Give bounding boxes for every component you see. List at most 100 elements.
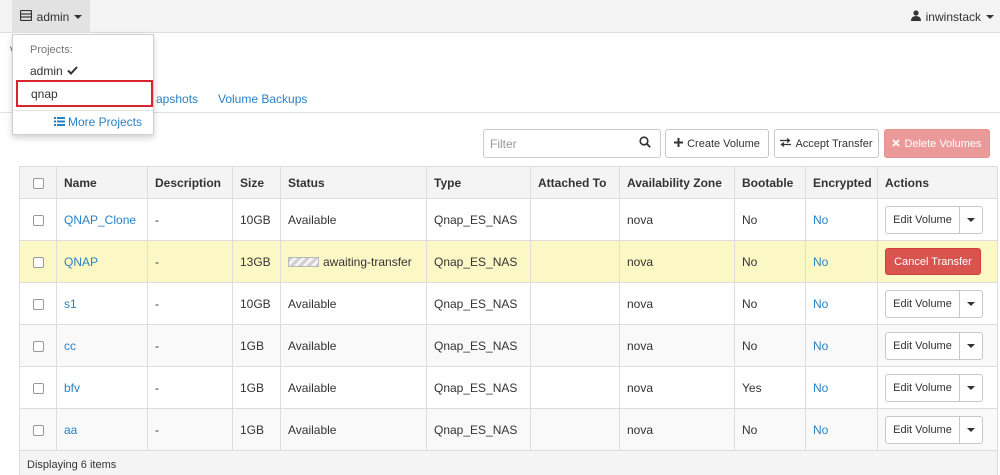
volume-type: Qnap_ES_NAS xyxy=(426,324,531,367)
row-checkbox[interactable] xyxy=(32,214,44,226)
volume-encrypted-link[interactable]: No xyxy=(813,339,828,353)
row-checkbox[interactable] xyxy=(32,382,44,394)
column-header-size[interactable]: Size xyxy=(232,166,281,199)
volume-description: - xyxy=(147,324,233,367)
volume-size: 1GB xyxy=(232,324,281,367)
caret-down-icon xyxy=(967,385,975,390)
volume-name-link[interactable]: cc xyxy=(64,339,76,353)
volume-name-link[interactable]: s1 xyxy=(64,297,77,311)
column-header-description[interactable]: Description xyxy=(147,166,233,199)
volume-size: 10GB xyxy=(232,198,281,241)
volume-encrypted-link[interactable]: No xyxy=(813,213,828,227)
edit-volume-button[interactable]: Edit Volume xyxy=(886,290,960,317)
actions-button-group: Edit Volume xyxy=(885,205,983,234)
tab-volume-snapshots[interactable]: apshots xyxy=(156,92,198,106)
column-header-encrypted[interactable]: Encrypted xyxy=(805,166,878,199)
search-button[interactable] xyxy=(630,130,660,157)
items-count: Displaying 6 items xyxy=(19,450,998,475)
volume-status: awaiting-transfer xyxy=(323,254,412,269)
volume-status: Available xyxy=(280,366,427,409)
volume-encrypted-link[interactable]: No xyxy=(813,381,828,395)
row-checkbox[interactable] xyxy=(32,424,44,436)
row-select-cell xyxy=(19,408,57,451)
user-icon xyxy=(910,9,921,24)
row-checkbox[interactable] xyxy=(32,298,44,310)
project-item-admin[interactable]: admin xyxy=(30,64,78,78)
volume-status: Available xyxy=(280,282,427,325)
column-header-attached-to[interactable]: Attached To xyxy=(530,166,620,199)
volume-bootable: No xyxy=(734,198,806,241)
volume-name-link[interactable]: bfv xyxy=(64,381,80,395)
column-header-name[interactable]: Name xyxy=(56,166,148,199)
volume-type: Qnap_ES_NAS xyxy=(426,282,531,325)
volume-name-link[interactable]: aa xyxy=(64,423,77,437)
volume-encrypted-link[interactable]: No xyxy=(813,423,828,437)
filter-input[interactable] xyxy=(484,130,629,157)
cancel-transfer-button[interactable]: Cancel Transfer xyxy=(885,248,981,275)
volume-size: 10GB xyxy=(232,282,281,325)
more-projects-link[interactable]: More Projects xyxy=(53,115,142,129)
volume-attached-to xyxy=(530,198,620,241)
delete-volumes-button[interactable]: Delete Volumes xyxy=(884,129,990,158)
volume-attached-to xyxy=(530,408,620,451)
actions-more-button[interactable] xyxy=(960,291,982,317)
volume-status: Available xyxy=(280,408,427,451)
row-checkbox[interactable] xyxy=(32,340,44,352)
volume-availability-zone: nova xyxy=(619,198,735,241)
volume-name-link[interactable]: QNAP xyxy=(64,255,98,269)
volume-availability-zone: nova xyxy=(619,240,735,283)
table-row: bfv - 1GB Available Qnap_ES_NAS nova Yes… xyxy=(19,366,998,409)
actions-more-button[interactable] xyxy=(960,207,982,233)
table-row: QNAP - 13GB awaiting-transfer Qnap_ES_NA… xyxy=(19,240,998,283)
caret-down-icon xyxy=(74,14,83,19)
check-icon xyxy=(66,64,78,78)
volume-description: - xyxy=(147,240,233,283)
edit-volume-button[interactable]: Edit Volume xyxy=(886,416,960,443)
row-checkbox[interactable] xyxy=(32,256,44,268)
table-row: cc - 1GB Available Qnap_ES_NAS nova No N… xyxy=(19,324,998,367)
actions-more-button[interactable] xyxy=(960,375,982,401)
edit-volume-button[interactable]: Edit Volume xyxy=(886,206,960,233)
actions-more-button[interactable] xyxy=(960,417,982,443)
select-all-cell xyxy=(19,166,57,199)
project-item-label: qnap xyxy=(31,86,58,101)
volume-status-cell: awaiting-transfer xyxy=(280,240,427,283)
column-header-type[interactable]: Type xyxy=(426,166,531,199)
volume-description: - xyxy=(147,408,233,451)
server-icon xyxy=(19,9,32,24)
close-icon xyxy=(892,138,901,150)
volume-status: Available xyxy=(280,324,427,367)
volume-bootable: Yes xyxy=(734,366,806,409)
user-dropdown-toggle[interactable]: inwinstack xyxy=(910,0,994,33)
tab-volume-backups[interactable]: Volume Backups xyxy=(218,92,307,106)
volume-description: - xyxy=(147,282,233,325)
project-item-qnap[interactable]: qnap xyxy=(16,80,153,107)
actions-more-button[interactable] xyxy=(960,333,982,359)
volume-encrypted-link[interactable]: No xyxy=(813,255,828,269)
column-header-bootable[interactable]: Bootable xyxy=(734,166,806,199)
volume-type: Qnap_ES_NAS xyxy=(426,240,531,283)
actions-button-group: Edit Volume xyxy=(885,373,983,402)
caret-down-icon xyxy=(967,427,975,432)
volume-actions-cell: Edit Volume xyxy=(877,198,998,241)
create-volume-button[interactable]: Create Volume xyxy=(665,129,769,158)
create-volume-label: Create Volume xyxy=(687,137,760,150)
edit-volume-button[interactable]: Edit Volume xyxy=(886,374,960,401)
column-header-status[interactable]: Status xyxy=(280,166,427,199)
volume-type: Qnap_ES_NAS xyxy=(426,408,531,451)
edit-volume-button[interactable]: Edit Volume xyxy=(886,332,960,359)
volume-attached-to xyxy=(530,366,620,409)
project-dropdown-toggle[interactable]: admin xyxy=(12,0,90,33)
exchange-icon xyxy=(780,137,792,150)
dropdown-divider xyxy=(13,110,153,111)
column-header-availability-zone[interactable]: Availability Zone xyxy=(619,166,735,199)
volume-actions-cell: Edit Volume xyxy=(877,324,998,367)
column-header-actions: Actions xyxy=(877,166,998,199)
volume-actions-cell: Edit Volume xyxy=(877,408,998,451)
volume-encrypted-link[interactable]: No xyxy=(813,297,828,311)
volume-bootable: No xyxy=(734,240,806,283)
select-all-checkbox[interactable] xyxy=(32,177,44,189)
volume-name-link[interactable]: QNAP_Clone xyxy=(64,213,136,227)
volume-description: - xyxy=(147,366,233,409)
accept-transfer-button[interactable]: Accept Transfer xyxy=(774,129,879,158)
